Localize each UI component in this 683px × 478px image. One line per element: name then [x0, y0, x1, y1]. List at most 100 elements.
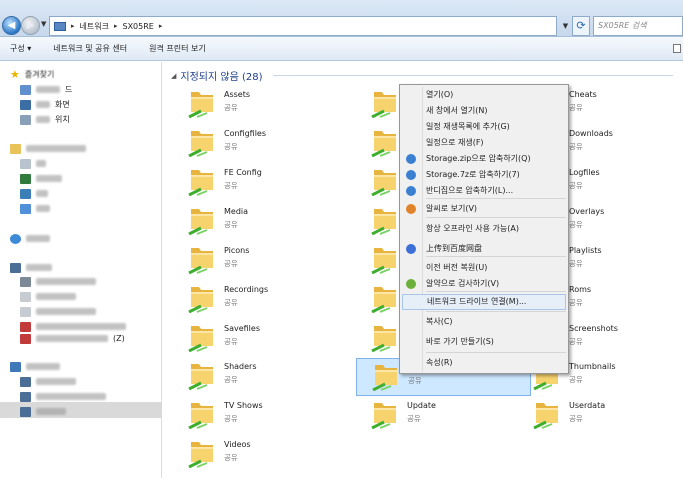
blurred-label [36, 393, 106, 400]
breadcrumb-separator-icon[interactable]: ▸ [114, 22, 118, 30]
baidu-cloud-icon [406, 244, 416, 254]
back-button[interactable]: ◀ [2, 16, 21, 35]
breadcrumb[interactable]: ▸ 네트워크 ▸ SX05RE ▸ [49, 16, 557, 36]
context-menu-separator [426, 256, 566, 257]
sidebar-item-drive[interactable] [20, 275, 96, 288]
context-menu-item[interactable]: 上传到百度网盘 [402, 241, 566, 257]
blurred-label [36, 205, 50, 212]
video-icon [20, 203, 31, 214]
collapse-triangle-icon[interactable]: ◢ [171, 72, 176, 80]
context-menu-item-label: 알약으로 검사하기(V) [426, 279, 500, 288]
context-menu-item[interactable]: 열기(O) [402, 87, 566, 103]
folder-name: Configfiles [224, 129, 267, 138]
sidebar-item-library[interactable] [20, 187, 48, 200]
context-menu-item-label: 이전 버전 복원(U) [426, 263, 488, 272]
folder-name: Screenshots [569, 324, 618, 333]
context-menu-item[interactable]: 새 창에서 열기(N) [402, 103, 566, 119]
breadcrumb-network[interactable]: 네트워크 [80, 21, 109, 32]
blurred-label [36, 293, 76, 300]
context-menu-item[interactable]: 복사(C) [402, 314, 566, 330]
folder-item[interactable]: Savefiles 공유 [173, 320, 348, 358]
sidebar-item-network-computer[interactable] [20, 390, 106, 403]
folder-share-status: 공유 [408, 376, 422, 385]
sidebar-item-downloads[interactable]: 드 [20, 83, 72, 96]
folder-item[interactable]: Update 공유 [356, 397, 531, 435]
sidebar-item-drive[interactable] [20, 290, 76, 303]
sidebar-item-library[interactable] [20, 157, 46, 170]
folder-share-status: 공유 [224, 142, 238, 151]
context-menu-item[interactable]: 알약으로 검사하기(V) [402, 276, 566, 292]
shared-folder-icon [188, 131, 213, 157]
blurred-label [36, 323, 126, 330]
folder-share-status: 공유 [224, 298, 238, 307]
context-menu-item[interactable]: Storage.zip으로 압축하기(Q) [402, 151, 566, 167]
shared-folder-icon [371, 248, 396, 274]
blurred-label [36, 335, 108, 342]
context-menu-item[interactable]: 일정 재생목록에 추가(G) [402, 119, 566, 135]
folder-item[interactable]: FE Config 공유 [173, 164, 348, 202]
folder-share-status: 공유 [569, 414, 583, 423]
blurred-label [36, 308, 96, 315]
refresh-button[interactable]: ⟳ [572, 16, 590, 36]
breadcrumb-sx05re[interactable]: SX05RE [122, 22, 153, 31]
context-menu-item[interactable]: 속성(R) [402, 355, 566, 371]
address-dropdown-icon[interactable]: ▼ [560, 16, 571, 36]
blurred-label [36, 86, 60, 93]
folder-item[interactable]: TV Shows 공유 [173, 397, 348, 435]
context-menu-item-label: 열기(O) [426, 90, 454, 99]
sidebar-item-drive[interactable] [20, 305, 96, 318]
sidebar-item-network-computer[interactable] [20, 375, 76, 388]
context-menu-item[interactable]: 알씨로 보기(V) [402, 201, 566, 217]
context-menu-item[interactable]: 항상 오프라인 사용 가능(A) [402, 221, 566, 237]
network-sharing-center-button[interactable]: 네트워크 및 공유 센터 [53, 43, 127, 54]
folder-item[interactable]: Recordings 공유 [173, 281, 348, 319]
folder-share-status: 공유 [407, 414, 421, 423]
folder-item[interactable]: Shaders 공유 [173, 358, 348, 396]
folder-share-status: 공유 [569, 337, 583, 346]
view-options-icon[interactable] [673, 44, 681, 53]
sidebar-item-computer[interactable] [10, 261, 52, 274]
folder-item[interactable]: Assets 공유 [173, 86, 348, 124]
forward-button[interactable]: ▶ [21, 16, 40, 35]
context-menu-separator [426, 217, 566, 218]
sidebar-item-favorites[interactable]: ★ 즐겨찾기 [10, 68, 54, 81]
context-menu-item[interactable]: 바로 가기 만들기(S) [402, 334, 566, 350]
search-input[interactable]: SX05RE 검색 [593, 16, 683, 36]
navigation-pane: ★ 즐겨찾기 드 화면 위치 (Z) [0, 62, 162, 478]
sidebar-item-homegroup[interactable] [10, 232, 50, 245]
folder-item[interactable]: Userdata 공유 [518, 397, 683, 435]
breadcrumb-separator-icon[interactable]: ▸ [159, 22, 163, 30]
sidebar-item-network[interactable] [10, 360, 60, 373]
recent-pages-dropdown-icon[interactable]: ▼ [41, 20, 46, 28]
folder-name: Logfiles [569, 168, 600, 177]
drive-icon [20, 291, 31, 302]
context-menu-item-label: 복사(C) [426, 317, 453, 326]
folder-share-status: 공유 [569, 298, 583, 307]
view-remote-printers-button[interactable]: 원격 프린터 보기 [149, 43, 206, 54]
context-menu-item[interactable]: 이전 버전 복원(U) [402, 260, 566, 276]
network-icon [10, 361, 21, 372]
breadcrumb-separator-icon[interactable]: ▸ [71, 22, 75, 30]
folder-item[interactable]: Media 공유 [173, 203, 348, 241]
folder-item[interactable]: Configfiles 공유 [173, 125, 348, 163]
sidebar-item-library[interactable] [20, 202, 50, 215]
sidebar-item-library[interactable] [20, 172, 62, 185]
folder-item[interactable]: Picons 공유 [173, 242, 348, 280]
folder-item[interactable]: Videos 공유 [173, 436, 348, 474]
sidebar-item-desktop[interactable]: 화면 [20, 98, 70, 111]
context-menu-item-label: 반디집으로 압축하기(L)... [426, 186, 514, 195]
context-item-map-network-drive[interactable]: 네트워크 드라이브 연결(M)... [402, 294, 566, 310]
context-menu-item[interactable]: 반디집으로 압축하기(L)... [402, 183, 566, 199]
context-menu-item[interactable]: Storage.7z로 압축하기(7) [402, 167, 566, 183]
sidebar-item-network-drive[interactable]: (Z) [20, 332, 125, 345]
folder-name: Recordings [224, 285, 269, 294]
context-menu-item[interactable]: 일정으로 재생(F) [402, 135, 566, 151]
organize-menu[interactable]: 구성 ▾ [10, 43, 31, 54]
shared-folder-icon [371, 170, 396, 196]
folder-share-status: 공유 [569, 259, 583, 268]
sidebar-item-libraries[interactable] [10, 142, 86, 155]
sidebar-item-network-computer-selected[interactable] [20, 405, 66, 418]
music-icon [20, 173, 31, 184]
group-header[interactable]: ◢ 지정되지 않음 (28) [171, 68, 262, 84]
sidebar-item-recent-places[interactable]: 위치 [20, 113, 70, 126]
